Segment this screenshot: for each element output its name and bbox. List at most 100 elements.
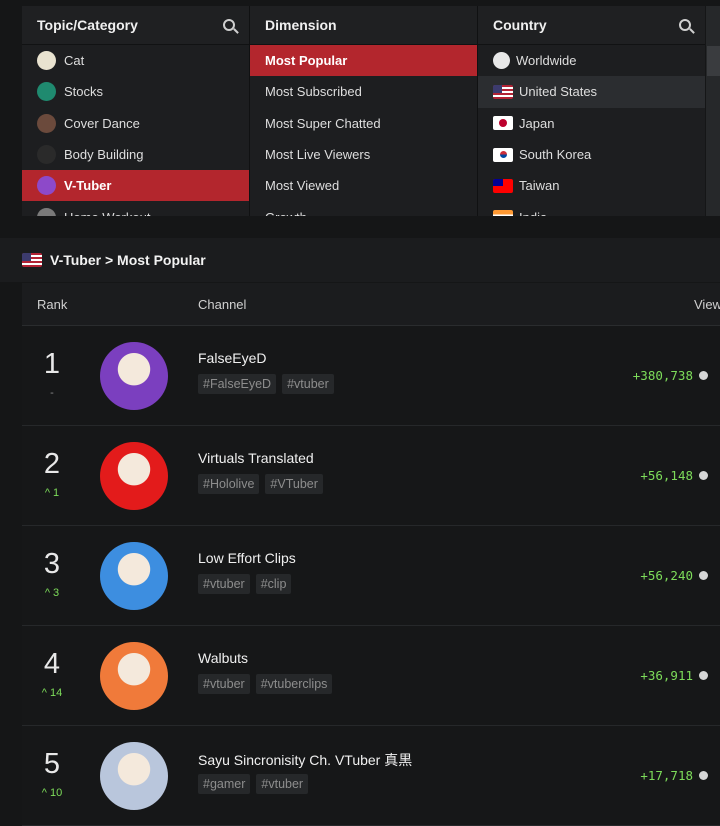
more-indicator-icon[interactable] bbox=[699, 371, 708, 380]
more-indicator-icon[interactable] bbox=[699, 771, 708, 780]
view-growth: +36,911 bbox=[640, 668, 708, 683]
dimension-item[interactable]: Most Live Viewers bbox=[250, 139, 477, 170]
country-item-label: Worldwide bbox=[516, 53, 577, 69]
dimension-item[interactable]: Most Popular bbox=[250, 45, 477, 77]
table-row[interactable]: 5 ^ 10 Sayu Sincronisity Ch. VTuber 真黒 #gam… bbox=[22, 726, 720, 826]
channel-tag[interactable]: #gamer bbox=[198, 774, 251, 794]
topic-item[interactable]: Home Workout bbox=[22, 201, 249, 216]
dimension-item-label: Most Super Chatted bbox=[265, 115, 381, 131]
avatar[interactable] bbox=[100, 742, 168, 810]
channel-tag[interactable]: #vtuber bbox=[198, 674, 250, 694]
channel-tag[interactable]: #FalseEyeD bbox=[198, 374, 277, 394]
topic-item-label: Cat bbox=[64, 53, 85, 69]
avatar[interactable] bbox=[100, 442, 168, 510]
rank-number: 3 bbox=[43, 548, 61, 580]
channel-tag[interactable]: #vtuber bbox=[256, 774, 309, 794]
channel-tag[interactable]: #VTuber bbox=[265, 474, 323, 494]
channel-tags: #gamer #vtuber bbox=[198, 774, 309, 794]
more-indicator-icon[interactable] bbox=[699, 571, 708, 580]
channel-name[interactable]: Sayu Sincronisity Ch. VTuber 真黒 bbox=[198, 750, 412, 770]
view-growth-value: +56,240 bbox=[640, 568, 693, 583]
view-growth: +17,718 bbox=[640, 768, 708, 783]
dimension-item[interactable]: Most Viewed bbox=[250, 170, 477, 201]
topic-item-label: Body Building bbox=[64, 147, 144, 163]
table-row[interactable]: 2 ^ 1 Virtuals Translated #Hololive #VTuber +… bbox=[22, 426, 720, 526]
channel-tag[interactable]: #vtuber bbox=[282, 374, 334, 394]
rank-change: - bbox=[34, 387, 70, 399]
cover-dance-icon bbox=[37, 113, 56, 133]
home-workout-icon bbox=[37, 207, 56, 216]
channel-tag[interactable]: #vtuberclips bbox=[255, 674, 333, 694]
country-item[interactable]: India bbox=[478, 201, 705, 216]
filter-panel: Topic/Category Cat Stocks Cover Dance Body … bbox=[22, 6, 705, 216]
kr-flag-icon bbox=[493, 147, 513, 162]
table-row[interactable]: 4 ^ 14 Walbuts #vtuber #vtuberclips +36,911 bbox=[22, 626, 720, 726]
dimension-item-label: Most Subscribed bbox=[265, 84, 362, 100]
channel-tag[interactable]: #vtuber bbox=[198, 574, 250, 594]
cat-icon bbox=[37, 51, 56, 71]
dimension-item[interactable]: Most Super Chatted bbox=[250, 108, 477, 139]
country-header-label: Country bbox=[493, 17, 547, 33]
us-flag-icon bbox=[22, 253, 42, 267]
avatar[interactable] bbox=[100, 542, 168, 610]
rank-change: ^ 3 bbox=[34, 587, 70, 599]
channel-name[interactable]: Walbuts bbox=[198, 650, 248, 666]
topic-item[interactable]: Cat bbox=[22, 45, 249, 76]
rank-change: ^ 10 bbox=[34, 787, 70, 799]
scrollbar-thumb[interactable] bbox=[707, 46, 720, 76]
avatar[interactable] bbox=[100, 642, 168, 710]
dimension-item[interactable]: Growth bbox=[250, 201, 477, 216]
dimension-list: Most Popular Most Subscribed Most Super Ch… bbox=[250, 45, 477, 216]
search-icon[interactable] bbox=[223, 19, 235, 31]
rank-column-header: Rank bbox=[37, 296, 68, 312]
topic-item[interactable]: Cover Dance bbox=[22, 108, 249, 139]
views-column-header[interactable]: Views bbox=[694, 297, 720, 312]
dimension-item-label: Most Viewed bbox=[265, 178, 340, 194]
body-building-icon bbox=[37, 145, 56, 165]
in-flag-icon bbox=[493, 210, 513, 216]
table-row[interactable]: 3 ^ 3 Low Effort Clips #vtuber #clip +56,240 bbox=[22, 526, 720, 626]
view-growth-value: +56,148 bbox=[640, 468, 693, 483]
topic-header-label: Topic/Category bbox=[37, 17, 138, 33]
rank-change: ^ 1 bbox=[34, 487, 70, 499]
channel-tags: #Hololive #VTuber bbox=[198, 474, 323, 494]
more-indicator-icon[interactable] bbox=[699, 471, 708, 480]
view-growth-value: +36,911 bbox=[640, 668, 693, 683]
dimension-item[interactable]: Most Subscribed bbox=[250, 76, 477, 107]
more-indicator-icon[interactable] bbox=[699, 671, 708, 680]
arrow-up-icon: ^ bbox=[41, 787, 50, 799]
channel-name[interactable]: Virtuals Translated bbox=[198, 450, 314, 466]
channel-name[interactable]: Low Effort Clips bbox=[198, 550, 296, 566]
us-flag-icon bbox=[493, 84, 513, 99]
country-item-label: South Korea bbox=[519, 147, 592, 163]
rank-change-value: 3 bbox=[53, 587, 60, 599]
channel-column-header: Channel bbox=[198, 296, 247, 312]
topic-item[interactable]: Body Building bbox=[22, 139, 249, 170]
search-icon[interactable] bbox=[679, 19, 691, 31]
channel-name[interactable]: FalseEyeD bbox=[198, 350, 266, 366]
topic-item[interactable]: V-Tuber bbox=[22, 170, 249, 202]
country-item[interactable]: United States bbox=[478, 76, 705, 108]
rank-change-value: 14 bbox=[49, 687, 63, 699]
topic-list: Cat Stocks Cover Dance Body Building V-Tuber… bbox=[22, 45, 249, 216]
breadcrumb: V-Tuber > Most Popular bbox=[0, 238, 720, 282]
channel-tag[interactable]: #clip bbox=[255, 574, 292, 594]
table-body: 1- FalseEyeD #FalseEyeD #vtuber +380,738 2 ^ 1… bbox=[22, 326, 720, 826]
topic-item[interactable]: Stocks bbox=[22, 76, 249, 107]
country-item[interactable]: Worldwide bbox=[478, 45, 705, 76]
rank-number: 4 bbox=[43, 648, 61, 680]
dimension-header: Dimension bbox=[250, 6, 477, 45]
country-item[interactable]: Japan bbox=[478, 108, 705, 139]
globe-flag-icon bbox=[493, 52, 510, 70]
channel-tags: #vtuber #clip bbox=[198, 574, 292, 594]
country-item[interactable]: South Korea bbox=[478, 139, 705, 170]
arrow-up-icon: ^ bbox=[44, 587, 54, 599]
country-item[interactable]: Taiwan bbox=[478, 170, 705, 201]
avatar[interactable] bbox=[100, 342, 168, 410]
table-row[interactable]: 1 - FalseEyeD #FalseEyeD #vtuber +380,738 bbox=[22, 326, 720, 426]
channel-tag[interactable]: #Hololive bbox=[198, 474, 260, 494]
dimension-item-label: Most Popular bbox=[265, 53, 348, 69]
dimension-column: Dimension Most Popular Most Subscribed Mos… bbox=[250, 6, 478, 216]
rank-change: ^ 14 bbox=[34, 687, 70, 699]
topic-header: Topic/Category bbox=[22, 6, 249, 45]
